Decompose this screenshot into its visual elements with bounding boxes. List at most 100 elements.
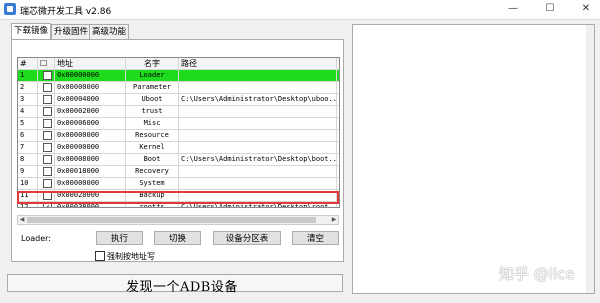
table-row[interactable]: 1 0x00000000 Loader	[18, 70, 339, 82]
checkbox-icon[interactable]	[43, 179, 52, 188]
tab-upgrade-firmware[interactable]: 升级固件	[51, 24, 92, 39]
partition-table-button[interactable]: 设备分区表	[213, 231, 281, 245]
row-number: 8	[18, 154, 38, 165]
scroll-right-icon[interactable]: ▶	[330, 216, 338, 224]
close-button[interactable]: ✕	[576, 2, 596, 16]
checkbox-icon[interactable]	[43, 107, 52, 116]
status-bar: 发现一个ADB设备	[7, 274, 343, 295]
table-row[interactable]: 7 0x00000000 Kernel	[18, 142, 339, 154]
row-browse[interactable]	[337, 142, 339, 153]
row-name: Loader	[126, 70, 179, 81]
switch-button[interactable]: 切换	[154, 231, 201, 245]
row-checkbox[interactable]	[38, 166, 55, 177]
header-path[interactable]: 路径	[179, 58, 337, 69]
title-bar: 瑞芯微开发工具 v2.86 — ☐ ✕	[0, 0, 600, 20]
checkbox-icon[interactable]	[43, 95, 52, 104]
row-browse[interactable]	[337, 154, 339, 165]
scroll-thumb[interactable]	[27, 217, 316, 223]
header-name[interactable]: 名字	[126, 58, 179, 69]
row-browse[interactable]	[337, 82, 339, 93]
row-checkbox[interactable]	[38, 142, 55, 153]
row-path[interactable]	[179, 106, 337, 117]
row-path[interactable]: C:\Users\Administrator\Desktop\boot...	[179, 154, 337, 165]
row-address: 0x00006000	[55, 118, 126, 129]
row-path[interactable]	[179, 82, 337, 93]
row-checkbox[interactable]	[38, 70, 55, 81]
row-name: Uboot	[126, 94, 179, 105]
row-browse[interactable]	[337, 166, 339, 177]
row-path[interactable]	[179, 178, 337, 189]
table-row[interactable]: 8 0x00008000 Boot C:\Users\Administrator\De…	[18, 154, 339, 166]
log-scrollbar[interactable]	[586, 25, 594, 293]
table-row[interactable]: 3 0x00004000 Uboot C:\Users\Administrator\D…	[18, 94, 339, 106]
row-address: 0x00008000	[55, 154, 126, 165]
maximize-button[interactable]: ☐	[540, 2, 560, 16]
row-checkbox[interactable]	[38, 178, 55, 189]
header-select-all[interactable]: ☐	[38, 58, 55, 69]
force-write-checkbox[interactable]	[95, 251, 105, 261]
table-row[interactable]: 6 0x00000000 Resource	[18, 130, 339, 142]
minimize-button[interactable]: —	[503, 2, 523, 16]
row-address: 0x00000000	[55, 70, 126, 81]
row-checkbox[interactable]	[38, 130, 55, 141]
row-browse[interactable]	[337, 130, 339, 141]
row-path[interactable]	[179, 142, 337, 153]
row-browse[interactable]	[337, 118, 339, 129]
row-name: Misc	[126, 118, 179, 129]
checkbox-icon[interactable]	[43, 119, 52, 128]
row-checkbox[interactable]	[38, 154, 55, 165]
checkbox-icon[interactable]	[43, 131, 52, 140]
row-path[interactable]: C:\Users\Administrator\Desktop\uboo...	[179, 94, 337, 105]
row-name: Resource	[126, 130, 179, 141]
execute-button[interactable]: 执行	[96, 231, 143, 245]
table-row[interactable]: 2 0x00000000 Parameter	[18, 82, 339, 94]
row-checkbox[interactable]	[38, 118, 55, 129]
checkbox-icon[interactable]	[43, 71, 52, 80]
row-number: 5	[18, 118, 38, 129]
row-address: 0x00000000	[55, 178, 126, 189]
row-number: 7	[18, 142, 38, 153]
row-path[interactable]	[179, 118, 337, 129]
log-pane[interactable]	[352, 24, 595, 294]
row-path[interactable]	[179, 130, 337, 141]
row-name: Parameter	[126, 82, 179, 93]
row-name: Kernel	[126, 142, 179, 153]
header-more: ...	[337, 58, 339, 69]
clear-button[interactable]: 清空	[292, 231, 339, 245]
header-address[interactable]: 地址	[55, 58, 126, 69]
row-browse[interactable]	[337, 70, 339, 81]
row-number: 1	[18, 70, 38, 81]
row-browse[interactable]	[337, 94, 339, 105]
table-row[interactable]: 9 0x00018000 Recovery	[18, 166, 339, 178]
row-checkbox[interactable]	[38, 106, 55, 117]
checkbox-icon[interactable]	[43, 167, 52, 176]
row-path[interactable]	[179, 70, 337, 81]
row-name: Boot	[126, 154, 179, 165]
tab-advanced[interactable]: 高级功能	[89, 24, 130, 39]
horizontal-scrollbar[interactable]: ◀ ▶	[17, 215, 339, 225]
force-write-label: 强制按地址写	[107, 252, 155, 261]
row-address: 0x00018000	[55, 166, 126, 177]
window-title: 瑞芯微开发工具 v2.86	[20, 7, 112, 17]
table-row[interactable]: 10 0x00000000 System	[18, 178, 339, 190]
row-number: 2	[18, 82, 38, 93]
checkbox-icon[interactable]	[43, 155, 52, 164]
row-address: 0x00000000	[55, 82, 126, 93]
row-number: 6	[18, 130, 38, 141]
row-checkbox[interactable]	[38, 82, 55, 93]
row-browse[interactable]	[337, 178, 339, 189]
status-message: 发现一个ADB设备	[126, 280, 238, 295]
loader-label: Loader:	[21, 234, 51, 243]
row-address: 0x00002000	[55, 106, 126, 117]
tab-download-image[interactable]: 下载镜像	[11, 23, 52, 40]
row-path[interactable]	[179, 166, 337, 177]
row-checkbox[interactable]	[38, 94, 55, 105]
table-row[interactable]: 5 0x00006000 Misc	[18, 118, 339, 130]
row-browse[interactable]	[337, 106, 339, 117]
checkbox-icon[interactable]	[43, 83, 52, 92]
table-header: # ☐ 地址 名字 路径 ...	[18, 58, 339, 70]
checkbox-icon[interactable]	[43, 143, 52, 152]
row-number: 4	[18, 106, 38, 117]
scroll-left-icon[interactable]: ◀	[18, 216, 26, 224]
table-row[interactable]: 4 0x00002000 trust	[18, 106, 339, 118]
